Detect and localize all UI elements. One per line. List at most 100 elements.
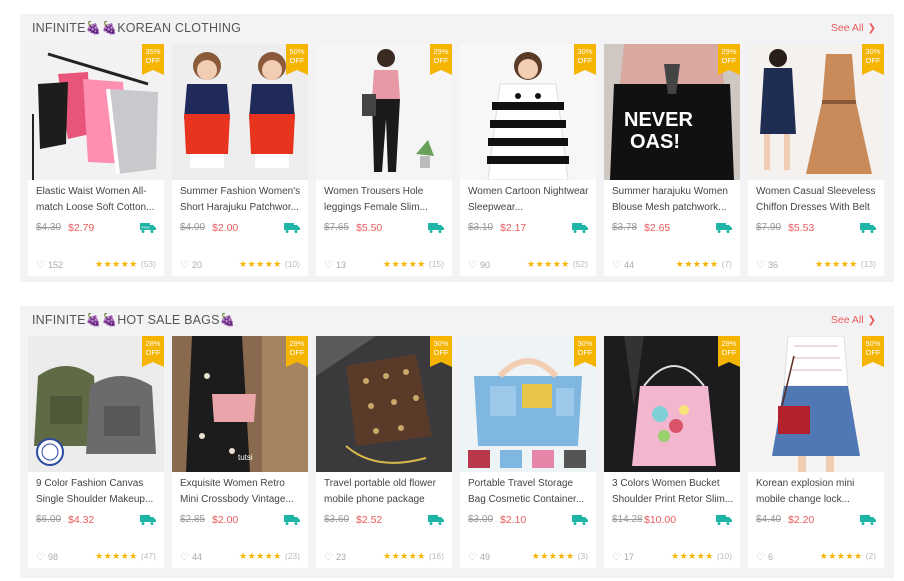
product-card[interactable]: 50% OFF Summer Fashion Women's Short Har… xyxy=(172,44,308,276)
svg-text:NEVER: NEVER xyxy=(624,109,693,131)
product-card[interactable]: 30% OFF Portable Travel Storage Bag Cosm… xyxy=(460,336,596,568)
product-name[interactable]: Elastic Waist Women All-match Loose Soft… xyxy=(36,184,160,216)
review-count: (52) xyxy=(572,259,588,269)
sale-price: $4.32 xyxy=(68,514,95,526)
product-name[interactable]: Exquisite Women Retro Mini Crossbody Vin… xyxy=(180,476,304,508)
heart-icon: ♡ xyxy=(324,260,333,271)
free-shipping-truck-icon xyxy=(572,223,588,233)
product-image[interactable]: 29% OFF xyxy=(316,44,452,180)
sale-price: $10.00 xyxy=(644,514,677,526)
sale-price: $2.52 xyxy=(356,514,383,526)
product-image[interactable]: 50% OFF xyxy=(748,336,884,472)
product-name[interactable]: 9 Color Fashion Canvas Single Shoulder M… xyxy=(36,476,160,508)
rating: ★★★★★ (13) xyxy=(815,259,876,270)
product-name[interactable]: Portable Travel Storage Bag Cosmetic Con… xyxy=(468,476,592,508)
original-price: $7.65 xyxy=(324,222,350,233)
product-name[interactable]: Women Casual Sleeveless Chiffon Dresses … xyxy=(756,184,880,216)
like-count[interactable]: ♡ 152 xyxy=(36,260,63,271)
like-count[interactable]: ♡ 49 xyxy=(468,552,490,563)
star-rating: ★★★★★ xyxy=(675,259,719,269)
discount-badge: 29% OFF xyxy=(430,44,452,75)
section-title: INFINITE🍇🍇HOT SALE BAGS🍇 xyxy=(32,313,236,327)
rating: ★★★★★ (52) xyxy=(527,259,588,270)
rating: ★★★★★ (10) xyxy=(671,551,732,562)
product-image[interactable]: 50% OFF xyxy=(172,44,308,180)
chevron-right-icon: ❯ xyxy=(867,23,876,34)
product-image[interactable]: 30% OFF xyxy=(316,336,452,472)
original-price: $2.85 xyxy=(180,514,206,525)
star-rating: ★★★★★ xyxy=(383,551,426,561)
product-image[interactable]: tutsi 29% OFF xyxy=(172,336,308,472)
svg-text:tutsi: tutsi xyxy=(238,453,253,462)
like-count[interactable]: ♡ 44 xyxy=(612,260,634,271)
like-count[interactable]: ♡ 90 xyxy=(468,260,490,271)
sale-price: $2.00 xyxy=(212,514,239,526)
star-rating: ★★★★★ xyxy=(239,551,282,561)
heart-icon: ♡ xyxy=(468,552,477,563)
section-header: INFINITE🍇🍇KOREAN CLOTHING See All ❯ xyxy=(20,14,894,44)
like-count[interactable]: ♡ 17 xyxy=(612,552,634,563)
original-price: $4.30 xyxy=(36,222,62,233)
product-card[interactable]: 50% OFF Korean explosion mini mobile cha… xyxy=(748,336,884,568)
like-count[interactable]: ♡ 6 xyxy=(756,552,773,563)
svg-text:OAS!: OAS! xyxy=(630,131,680,153)
rating: ★★★★★ (16) xyxy=(383,551,444,562)
product-name[interactable]: Women Cartoon Nightwear Sleepwear... xyxy=(468,184,592,216)
see-all-link[interactable]: See All ❯ xyxy=(831,22,876,34)
see-all-link[interactable]: See All ❯ xyxy=(831,314,876,326)
sale-price: $5.53 xyxy=(788,222,815,234)
product-card[interactable]: tutsi 29% OFF Exquisite Women Retro Mini… xyxy=(172,336,308,568)
original-price: $3.78 xyxy=(612,222,638,233)
product-name[interactable]: Women Trousers Hole leggings Female Slim… xyxy=(324,184,448,216)
like-count[interactable]: ♡ 44 xyxy=(180,552,202,563)
product-image[interactable]: 30% OFF xyxy=(460,44,596,180)
like-count[interactable]: ♡ 20 xyxy=(180,260,202,271)
review-count: (15) xyxy=(428,259,444,269)
star-rating: ★★★★★ xyxy=(383,259,426,269)
product-name[interactable]: Summer harajuku Women Blouse Mesh patchw… xyxy=(612,184,736,216)
original-price: $14.28 xyxy=(612,514,643,525)
product-card[interactable]: 35% OFF Elastic Waist Women All-match Lo… xyxy=(28,44,164,276)
like-count[interactable]: ♡ 23 xyxy=(324,552,346,563)
discount-badge: 29% OFF xyxy=(718,336,740,367)
product-card[interactable]: 29% OFF 3 Colors Women Bucket Shoulder P… xyxy=(604,336,740,568)
discount-badge: 28% OFF xyxy=(142,336,164,367)
heart-icon: ♡ xyxy=(36,260,45,271)
product-name[interactable]: Korean explosion mini mobile change lock… xyxy=(756,476,880,508)
product-card[interactable]: 28% OFF 9 Color Fashion Canvas Single Sh… xyxy=(28,336,164,568)
discount-badge: 50% OFF xyxy=(862,336,884,367)
review-count: (16) xyxy=(428,551,444,561)
rating: ★★★★★ (10) xyxy=(239,259,300,270)
like-count[interactable]: ♡ 36 xyxy=(756,260,778,271)
original-price: $4.40 xyxy=(756,514,782,525)
product-image[interactable]: 30% OFF xyxy=(460,336,596,472)
product-card[interactable]: 30% OFF Travel portable old flower mobil… xyxy=(316,336,452,568)
section-title: INFINITE🍇🍇KOREAN CLOTHING xyxy=(32,21,242,35)
review-count: (13) xyxy=(860,259,876,269)
product-card[interactable]: NEVER OAS! 29% OFF Summer harajuku Women… xyxy=(604,44,740,276)
section-header: INFINITE🍇🍇HOT SALE BAGS🍇 See All ❯ xyxy=(20,306,894,336)
product-card[interactable]: 30% OFF Women Cartoon Nightwear Sleepwea… xyxy=(460,44,596,276)
product-image[interactable]: 30% OFF xyxy=(748,44,884,180)
product-name[interactable]: 3 Colors Women Bucket Shoulder Print Ret… xyxy=(612,476,736,508)
review-count: (10) xyxy=(284,259,300,269)
star-rating: ★★★★★ xyxy=(815,259,858,269)
like-count[interactable]: ♡ 98 xyxy=(36,552,58,563)
product-image[interactable]: 29% OFF xyxy=(604,336,740,472)
sale-price: $2.20 xyxy=(788,514,815,526)
product-name[interactable]: Summer Fashion Women's Short Harajuku Pa… xyxy=(180,184,304,216)
product-name[interactable]: Travel portable old flower mobile phone … xyxy=(324,476,448,508)
product-card[interactable]: 30% OFF Women Casual Sleeveless Chiffon … xyxy=(748,44,884,276)
like-count[interactable]: ♡ 13 xyxy=(324,260,346,271)
discount-badge: 29% OFF xyxy=(718,44,740,75)
discount-badge: 29% OFF xyxy=(286,336,308,367)
review-count: (3) xyxy=(577,551,588,561)
discount-badge: 30% OFF xyxy=(574,44,596,75)
star-rating: ★★★★★ xyxy=(531,551,575,561)
product-image[interactable]: 35% OFF xyxy=(28,44,164,180)
product-card[interactable]: 29% OFF Women Trousers Hole leggings Fem… xyxy=(316,44,452,276)
product-image[interactable]: 28% OFF xyxy=(28,336,164,472)
product-image[interactable]: NEVER OAS! 29% OFF xyxy=(604,44,740,180)
heart-icon: ♡ xyxy=(468,260,477,271)
rating: ★★★★★ (47) xyxy=(95,551,156,562)
